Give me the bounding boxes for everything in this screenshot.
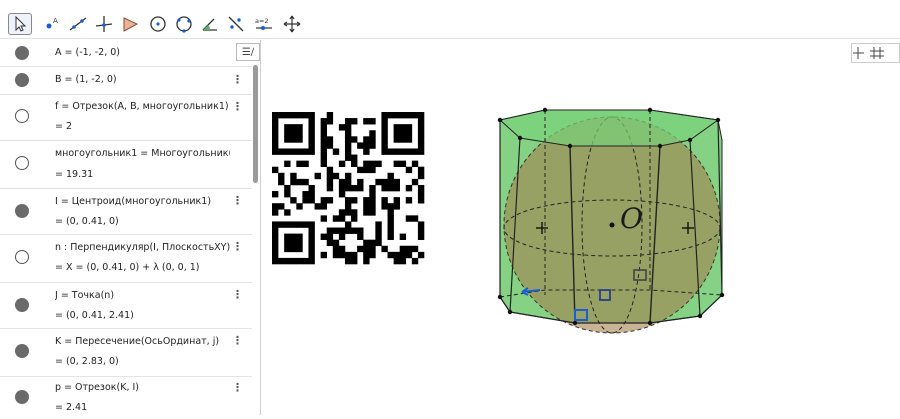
value-text: = 2 — [55, 121, 73, 132]
algebra-row-polygon[interactable]: многоугольник1 = Многоугольник(A, B = 19… — [0, 140, 252, 189]
move-tool-icon[interactable] — [8, 13, 32, 35]
axes-grid-toggle-icon[interactable] — [851, 43, 900, 63]
visibility-toggle-icon[interactable] — [15, 344, 29, 358]
definition-text: f = Отрезок(A, B, многоугольник1) — [55, 101, 229, 112]
visibility-toggle-icon[interactable] — [15, 250, 29, 264]
more-options-icon[interactable]: ⋮ — [232, 194, 243, 207]
point-tool-icon[interactable]: A — [40, 13, 64, 35]
svg-text:a=2: a=2 — [255, 17, 269, 25]
polygon-tool-icon[interactable] — [118, 13, 142, 35]
visibility-toggle-icon[interactable] — [15, 109, 29, 123]
definition-text: n : Перпендикуляр(I, ПлоскостьXY) — [55, 242, 230, 253]
algebra-row-B[interactable]: B = (1, -2, 0) ⋮ — [0, 66, 252, 95]
angle-tool-icon[interactable] — [198, 13, 222, 35]
more-options-icon[interactable]: ⋮ — [232, 381, 243, 394]
algebra-row-f[interactable]: f = Отрезок(A, B, многоугольник1) = 2 ⋮ — [0, 94, 252, 141]
algebra-row-I[interactable]: I = Центроид(многоугольник1) = (0, 0.41,… — [0, 188, 252, 235]
more-options-icon[interactable]: ⋮ — [232, 240, 243, 253]
definition-text: A = (-1, -2, 0) — [55, 47, 120, 58]
more-options-icon[interactable]: ⋮ — [232, 334, 243, 347]
definition-text: J = Точка(n) — [55, 290, 115, 301]
more-options-icon[interactable]: ⋮ — [232, 73, 243, 86]
value-text: = 2.41 — [55, 402, 88, 413]
definition-text: p = Отрезок(K, I) — [55, 382, 140, 393]
center-label: O — [620, 202, 643, 235]
graphics-3d-view[interactable]: O — [262, 40, 900, 415]
more-options-icon[interactable]: ⋮ — [232, 288, 243, 301]
value-text: = (0, 0.41, 2.41) — [55, 310, 134, 321]
visibility-toggle-icon[interactable] — [15, 156, 29, 170]
algebra-row-p[interactable]: p = Отрезок(K, I) = 2.41 ⋮ — [0, 376, 252, 415]
reflect-tool-icon[interactable] — [224, 13, 248, 35]
qr-code — [272, 112, 425, 265]
algebra-row-J[interactable]: J = Точка(n) = (0, 0.41, 2.41) ⋮ — [0, 282, 252, 329]
algebra-scrollbar[interactable] — [253, 65, 258, 183]
definition-text: I = Центроид(многоугольник1) — [55, 196, 212, 207]
value-text: = X = (0, 0.41, 0) + λ (0, 0, 1) — [55, 262, 200, 273]
circle-three-points-tool-icon[interactable] — [172, 13, 196, 35]
value-text: = (0, 0.41, 0) — [55, 216, 119, 227]
definition-text: многоугольник1 = Многоугольник(A, B — [55, 148, 230, 159]
visibility-toggle-icon[interactable] — [15, 298, 29, 312]
slider-tool-icon[interactable]: a=2 — [252, 13, 276, 35]
visibility-toggle-icon[interactable] — [15, 390, 29, 404]
toolbar: A a=2 — [0, 6, 900, 39]
algebra-row-A[interactable]: A = (-1, -2, 0) — [0, 40, 252, 67]
visibility-toggle-icon[interactable] — [15, 204, 29, 218]
value-text: = (0, 2.83, 0) — [55, 356, 119, 367]
move-graphics-tool-icon[interactable] — [280, 13, 304, 35]
definition-text: B = (1, -2, 0) — [55, 74, 117, 85]
algebra-view: A = (-1, -2, 0) B = (1, -2, 0) ⋮ f = Отр… — [0, 40, 261, 415]
more-options-icon[interactable]: ⋮ — [232, 100, 243, 113]
visibility-toggle-icon[interactable] — [15, 46, 29, 60]
circle-tool-icon[interactable] — [146, 13, 170, 35]
line-tool-icon[interactable] — [66, 13, 90, 35]
algebra-style-menu-icon[interactable]: ☰∕ — [236, 43, 260, 61]
perpendicular-tool-icon[interactable] — [92, 13, 116, 35]
definition-text: K = Пересечение(ОсьОрдинат, j) — [55, 336, 220, 347]
svg-text:A: A — [53, 17, 58, 25]
algebra-row-n[interactable]: n : Перпендикуляр(I, ПлоскостьXY) = X = … — [0, 234, 252, 283]
algebra-row-K[interactable]: K = Пересечение(ОсьОрдинат, j) = (0, 2.8… — [0, 328, 252, 377]
visibility-toggle-icon[interactable] — [15, 73, 29, 87]
value-text: = 19.31 — [55, 169, 94, 180]
